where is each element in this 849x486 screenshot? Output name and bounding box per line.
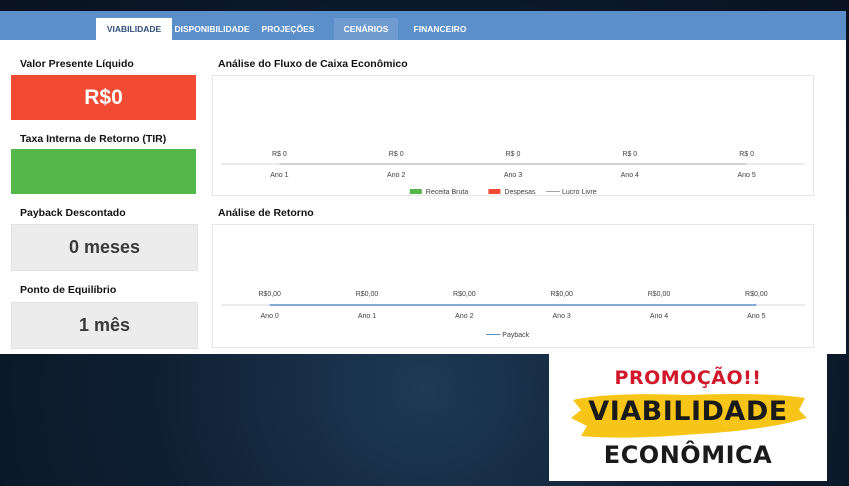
vpl-label: Valor Presente Líquido bbox=[20, 58, 134, 70]
return-chart: R$0,00 Ano 0 R$0,00 Ano 1 R$0,00 Ano 2 R$0,00 A… bbox=[212, 224, 814, 348]
cashflow-data-label-2: R$ 0 bbox=[506, 151, 521, 158]
promo-bottom-text: ECONÔMICA bbox=[603, 441, 773, 469]
spreadsheet-dashboard: VIABILIDADE DISPONIBILIDADE PROJEÇÕES CE… bbox=[0, 11, 846, 354]
cashflow-data-label-0: R$ 0 bbox=[272, 151, 287, 158]
tab-viabilidade[interactable]: VIABILIDADE bbox=[96, 18, 172, 40]
return-data-label-1: R$0,00 bbox=[356, 291, 379, 298]
cashflow-category-label-0: Ano 1 bbox=[270, 172, 288, 179]
payback-value: 0 meses bbox=[68, 237, 141, 257]
vpl-value-box: R$0 bbox=[11, 75, 196, 120]
equilibrio-value: 1 mês bbox=[78, 315, 131, 335]
vpl-value: R$0 bbox=[84, 85, 123, 109]
cashflow-chart: R$ 0 Ano 1 R$ 0 Ano 2 R$ 0 Ano 3 R$ 0 Ano 4 R$ 0… bbox=[212, 75, 814, 196]
return-data-label-5: R$0,00 bbox=[745, 291, 768, 298]
return-legend-label-payback: Payback bbox=[502, 332, 529, 339]
cashflow-legend-label-receita-bruta: Receita Bruta bbox=[426, 189, 469, 195]
payback-label: Payback Descontado bbox=[20, 207, 126, 219]
tab-disponibilidade[interactable]: DISPONIBILIDADE bbox=[174, 18, 250, 40]
return-data-label-0: R$0,00 bbox=[258, 291, 281, 298]
cashflow-data-label-3: R$ 0 bbox=[622, 151, 637, 158]
cashflow-category-label-2: Ano 3 bbox=[504, 172, 522, 179]
return-data-label-3: R$0,00 bbox=[550, 291, 573, 298]
return-category-label-3: Ano 3 bbox=[553, 313, 571, 320]
equilibrio-label: Ponto de Equilíbrio bbox=[20, 284, 117, 296]
tab-projecoes[interactable]: PROJEÇÕES bbox=[252, 18, 324, 40]
promo-banner: PROMOÇÃO!! VIABILIDADE ECONÔMICA bbox=[549, 353, 827, 481]
return-chart-svg: R$0,00 Ano 0 R$0,00 Ano 1 R$0,00 Ano 2 R$0,00 A… bbox=[221, 291, 805, 339]
cashflow-category-label-4: Ano 5 bbox=[737, 172, 755, 179]
cashflow-legend-label-despesas: Despesas bbox=[504, 189, 536, 195]
cashflow-legend-label-lucro-livre: Lucro Livre bbox=[562, 189, 597, 195]
cashflow-chart-svg: R$ 0 Ano 1 R$ 0 Ano 2 R$ 0 Ano 3 R$ 0 Ano 4 R$ 0… bbox=[221, 151, 805, 195]
cashflow-category-label-1: Ano 2 bbox=[387, 172, 405, 179]
cashflow-legend-swatch-despesas bbox=[488, 189, 501, 194]
return-data-label-4: R$0,00 bbox=[648, 291, 671, 298]
return-category-label-0: Ano 0 bbox=[261, 313, 279, 320]
payback-value-box: 0 meses bbox=[11, 224, 198, 271]
cashflow-data-label-1: R$ 0 bbox=[389, 151, 404, 158]
promo-top-text: PROMOÇÃO!! bbox=[614, 367, 762, 389]
tir-label: Taxa Interna de Retorno (TIR) bbox=[20, 133, 167, 145]
tab-cenarios[interactable]: CENÁRIOS bbox=[334, 18, 398, 40]
cashflow-legend-swatch-receita-bruta bbox=[409, 189, 422, 194]
return-category-label-4: Ano 4 bbox=[650, 313, 668, 320]
cashflow-category-label-3: Ano 4 bbox=[621, 172, 639, 179]
return-category-label-2: Ano 2 bbox=[455, 313, 473, 320]
promo-mid-text: VIABILIDADE bbox=[588, 396, 788, 427]
cashflow-chart-title: Análise do Fluxo de Caixa Econômico bbox=[218, 58, 408, 70]
tab-bar: VIABILIDADE DISPONIBILIDADE PROJEÇÕES CE… bbox=[0, 11, 846, 40]
return-category-label-5: Ano 5 bbox=[747, 313, 765, 320]
return-data-label-2: R$0,00 bbox=[453, 291, 476, 298]
tab-financeiro[interactable]: FINANCEIRO bbox=[402, 18, 478, 40]
return-category-label-1: Ano 1 bbox=[358, 313, 376, 320]
cashflow-data-label-4: R$ 0 bbox=[739, 151, 754, 158]
tir-value-box bbox=[11, 149, 196, 194]
return-chart-title: Análise de Retorno bbox=[218, 207, 314, 219]
equilibrio-value-box: 1 mês bbox=[11, 302, 198, 349]
